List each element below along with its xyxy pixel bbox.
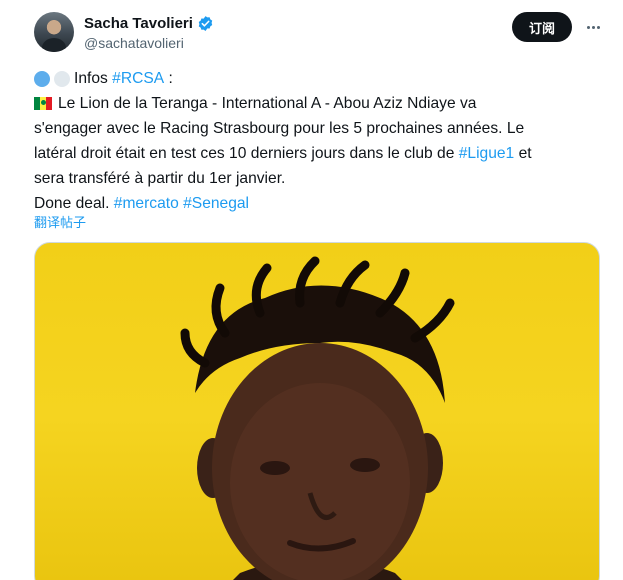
hashtag-mercato-link[interactable]: #mercato	[114, 191, 179, 216]
post-line-6: Done deal. #mercato #Senegal	[34, 191, 594, 216]
post-line-5: sera transféré à partir du 1er janvier.	[34, 166, 594, 191]
hashtag-ligue1-link[interactable]: #Ligue1	[459, 141, 515, 166]
verified-badge-icon	[198, 16, 213, 31]
post-text-segment: et	[514, 145, 532, 162]
post-text-segment: Infos	[74, 70, 113, 87]
more-options-icon[interactable]	[582, 16, 604, 38]
translate-post-link[interactable]: 翻译帖子	[34, 212, 86, 231]
author-name-row: Sacha Tavolieri	[84, 15, 214, 32]
post-text-segment: :	[164, 70, 173, 87]
post-header: Sacha Tavolieri @sachatavolieri 订阅	[34, 12, 604, 56]
post-line-1: Infos #RCSA :	[34, 66, 594, 91]
post-text-segment: sera transféré à partir du 1er janvier.	[34, 170, 286, 187]
player-portrait-image	[180, 256, 455, 580]
post-text-segment: latéral droit était en test ces 10 derni…	[34, 145, 459, 162]
post-text-segment: s'engager avec le Racing Strasbourg pour…	[34, 120, 525, 137]
blue-circle-icon	[34, 70, 50, 87]
post-line-3: s'engager avec le Racing Strasbourg pour…	[34, 116, 594, 141]
post-line-4: latéral droit était en test ces 10 derni…	[34, 141, 594, 166]
avatar[interactable]	[34, 12, 74, 52]
post-text: Infos #RCSA : Le Lion de la Teranga - In…	[34, 66, 594, 216]
author-handle[interactable]: @sachatavolieri	[84, 35, 184, 51]
author-name[interactable]: Sacha Tavolieri	[84, 15, 193, 32]
white-circle-icon	[54, 70, 70, 87]
post-photo[interactable]	[34, 242, 600, 580]
senegal-flag-icon	[34, 97, 52, 110]
post-line-2: Le Lion de la Teranga - International A …	[34, 91, 594, 116]
post-text-segment: Le Lion de la Teranga - International A …	[58, 95, 477, 112]
hashtag-senegal-link[interactable]: #Senegal	[183, 191, 249, 216]
subscribe-button[interactable]: 订阅	[512, 12, 572, 42]
hashtag-rcsa-link[interactable]: #RCSA	[112, 66, 164, 91]
